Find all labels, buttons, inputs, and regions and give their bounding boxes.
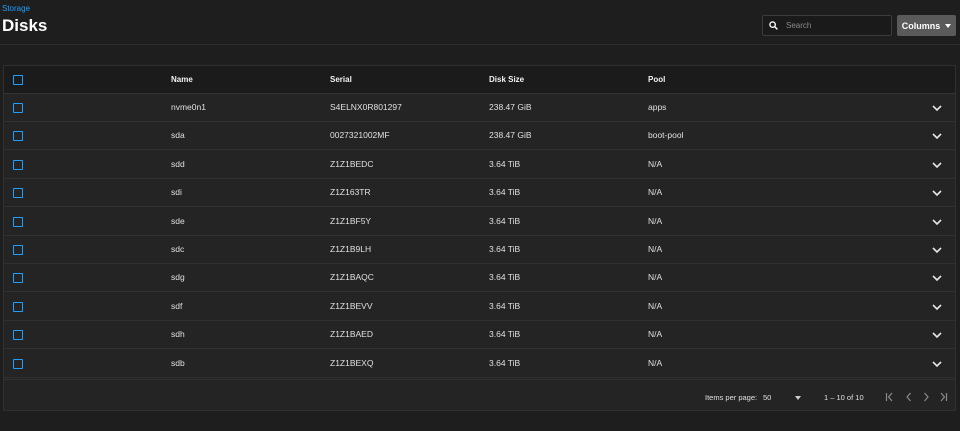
cell-serial: Z1Z1B9LH: [330, 244, 372, 254]
cell-serial: Z1Z1BEXQ: [330, 357, 374, 368]
row-checkbox[interactable]: [13, 131, 23, 142]
items-per-page-caret-icon[interactable]: [795, 396, 801, 400]
table-row[interactable]: sdf Z1Z1BEVV 3.64 TiB N/A: [4, 293, 955, 321]
paginator: Items per page: 50 1 – 10 of 10: [4, 379, 955, 412]
cell-disk-size: 238.47 GiB: [489, 130, 532, 141]
cell-disk-size: 3.64 TiB: [489, 158, 521, 169]
search-box[interactable]: [762, 15, 892, 36]
table-row[interactable]: sdb Z1Z1BEXQ 3.64 TiB N/A: [4, 350, 955, 378]
cell-disk-size: 3.64 TiB: [489, 272, 521, 283]
cell-name: sda: [171, 130, 185, 141]
disks-page: Storage Disks Columns Name Serial Disk S…: [0, 0, 960, 431]
table-row[interactable]: nvme0n1 S4ELNX0R801297 238.47 GiB apps: [4, 94, 955, 122]
cell-disk-size: 3.64 TiB: [489, 300, 521, 311]
last-page-icon[interactable]: [937, 391, 949, 403]
cell-disk-size: 238.47 GiB: [489, 102, 532, 112]
columns-button-label: Columns: [901, 20, 941, 31]
columns-button[interactable]: Columns: [897, 15, 956, 36]
cell-name: sdc: [171, 244, 185, 254]
table-row[interactable]: sdi Z1Z163TR 3.64 TiB N/A: [4, 179, 955, 208]
caret-down-icon: [945, 23, 952, 28]
cell-pool: N/A: [648, 272, 663, 283]
table-row[interactable]: sdc Z1Z1B9LH 3.64 TiB N/A: [4, 236, 955, 264]
table-row[interactable]: sdg Z1Z1BAQC 3.64 TiB N/A: [4, 264, 955, 293]
cell-disk-size: 3.64 TiB: [489, 357, 521, 368]
cell-pool: N/A: [648, 300, 663, 311]
chevron-down-icon[interactable]: [931, 217, 943, 227]
table-row[interactable]: sdd Z1Z1BEDC 3.64 TiB N/A: [4, 151, 955, 179]
cell-pool: N/A: [648, 357, 663, 368]
cell-pool: N/A: [648, 215, 663, 226]
cell-name: sdg: [171, 272, 185, 283]
cell-disk-size: 3.64 TiB: [489, 244, 521, 254]
row-checkbox[interactable]: [13, 103, 23, 113]
row-checkbox[interactable]: [13, 188, 23, 199]
cell-pool: N/A: [648, 187, 663, 198]
column-header-disk-size[interactable]: Disk Size: [489, 75, 524, 84]
chevron-down-icon[interactable]: [931, 131, 943, 141]
row-checkbox[interactable]: [13, 245, 23, 255]
chevron-down-icon[interactable]: [931, 302, 943, 312]
cell-name: sdf: [171, 300, 183, 311]
column-header-serial[interactable]: Serial: [330, 75, 352, 84]
cell-serial: Z1Z1BEVV: [330, 300, 373, 311]
column-header-name[interactable]: Name: [171, 75, 193, 84]
previous-page-icon[interactable]: [903, 391, 915, 403]
row-checkbox[interactable]: [13, 330, 23, 341]
cell-pool: apps: [648, 102, 667, 112]
cell-name: nvme0n1: [171, 102, 206, 112]
cell-pool: boot-pool: [648, 130, 684, 141]
cell-serial: 0027321002MF: [330, 130, 390, 141]
page-range: 1 – 10 of 10: [824, 393, 864, 402]
row-checkbox[interactable]: [13, 301, 23, 312]
disks-table: Name Serial Disk Size Pool nvme0n1 S4ELNX…: [3, 65, 956, 411]
chevron-down-icon[interactable]: [931, 103, 943, 113]
cell-serial: S4ELNX0R801297: [330, 102, 402, 112]
cell-disk-size: 3.64 TiB: [489, 215, 521, 226]
cell-serial: Z1Z1BAQC: [330, 272, 374, 283]
header-divider: [0, 44, 960, 45]
cell-name: sdb: [171, 357, 185, 368]
search-icon: [769, 21, 778, 30]
cell-name: sdi: [171, 187, 182, 198]
cell-pool: N/A: [648, 244, 663, 254]
cell-disk-size: 3.64 TiB: [489, 187, 521, 198]
cell-pool: N/A: [648, 158, 663, 169]
items-per-page-label: Items per page:: [705, 393, 758, 402]
cell-name: sdh: [171, 329, 185, 340]
page-title: Disks: [2, 16, 48, 35]
column-header-pool[interactable]: Pool: [648, 75, 665, 84]
chevron-down-icon[interactable]: [931, 273, 943, 283]
row-checkbox[interactable]: [13, 358, 23, 369]
row-checkbox[interactable]: [13, 159, 23, 170]
table-header-row: Name Serial Disk Size Pool: [4, 66, 955, 94]
cell-serial: Z1Z1BAED: [330, 329, 373, 340]
cell-name: sdd: [171, 158, 185, 169]
first-page-icon[interactable]: [884, 391, 896, 403]
table-row[interactable]: sde Z1Z1BF5Y 3.64 TiB N/A: [4, 208, 955, 236]
chevron-down-icon[interactable]: [931, 330, 943, 340]
next-page-icon[interactable]: [920, 391, 932, 403]
cell-serial: Z1Z1BF5Y: [330, 215, 372, 226]
items-per-page-select[interactable]: 50: [763, 393, 771, 402]
cell-pool: N/A: [648, 329, 663, 340]
row-checkbox[interactable]: [13, 273, 23, 284]
search-input[interactable]: [786, 21, 882, 30]
chevron-down-icon[interactable]: [931, 245, 943, 255]
chevron-down-icon[interactable]: [931, 160, 943, 170]
chevron-down-icon[interactable]: [931, 188, 943, 198]
select-all-checkbox[interactable]: [13, 75, 23, 85]
table-row[interactable]: sda 0027321002MF 238.47 GiB boot-pool: [4, 122, 955, 151]
cell-serial: Z1Z163TR: [330, 187, 371, 198]
breadcrumb-storage[interactable]: Storage: [2, 4, 30, 13]
table-row[interactable]: sdh Z1Z1BAED 3.64 TiB N/A: [4, 321, 955, 350]
cell-disk-size: 3.64 TiB: [489, 329, 521, 340]
chevron-down-icon[interactable]: [931, 359, 943, 369]
cell-name: sde: [171, 215, 185, 226]
row-checkbox[interactable]: [13, 216, 23, 227]
cell-serial: Z1Z1BEDC: [330, 158, 374, 169]
